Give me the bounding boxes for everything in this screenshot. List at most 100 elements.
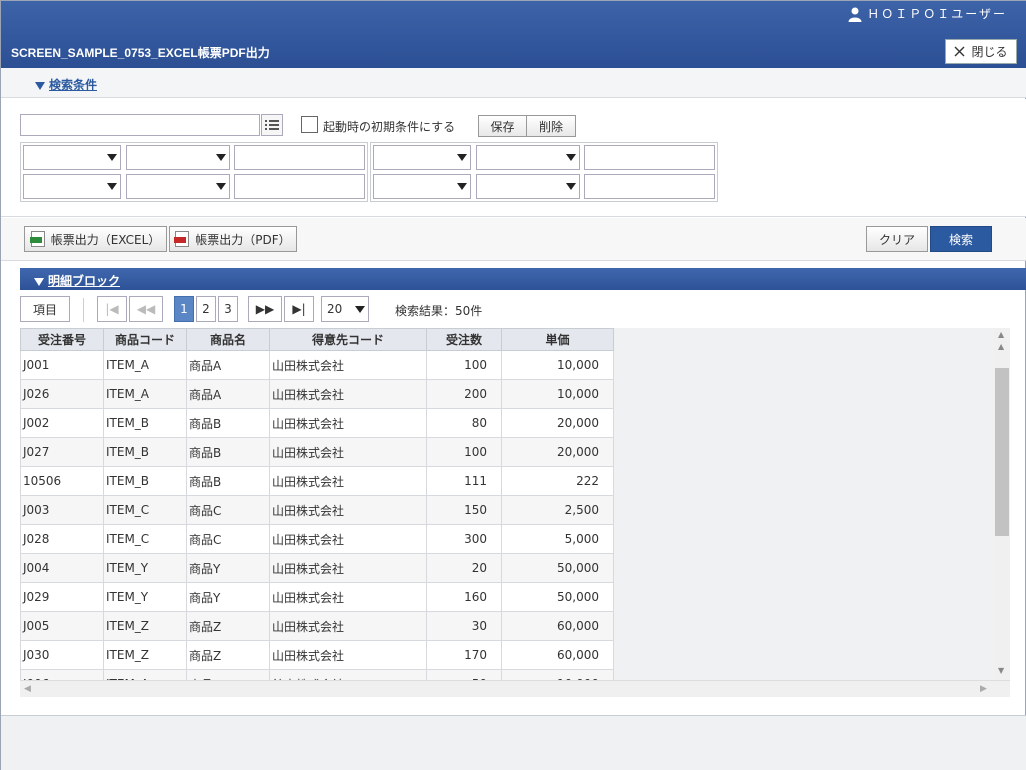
- table-cell: 10,000: [501, 379, 614, 409]
- table-row[interactable]: 10506 ITEM_B 商品B 山田株式会社 111 222: [20, 466, 614, 496]
- detail-toggle[interactable]: 明細ブロック: [34, 272, 120, 289]
- condition-group-left: [20, 142, 368, 202]
- column-header[interactable]: 得意先コード: [269, 328, 427, 351]
- table-cell: 山田株式会社: [269, 350, 427, 380]
- column-header[interactable]: 受注番号: [20, 328, 104, 351]
- footer: [1, 715, 1026, 770]
- search-button[interactable]: 検索: [930, 226, 992, 252]
- preset-name-input[interactable]: [20, 114, 260, 136]
- table-cell: 150: [426, 495, 502, 525]
- table-cell: 商品Y: [186, 582, 270, 612]
- table-cell: 山田株式会社: [269, 553, 427, 583]
- detail-header: 明細ブロック: [20, 268, 1026, 290]
- page-size-value: 20: [327, 302, 343, 316]
- table-cell: 50,000: [501, 553, 614, 583]
- dropdown-arrow-icon: [563, 175, 579, 198]
- prev-page-button[interactable]: ◀◀: [129, 296, 163, 322]
- pager: 項目 |◀ ◀◀ 1 2 3 ▶▶ ▶| 20 検索結果：50件: [20, 296, 1010, 324]
- scroll-thumb[interactable]: [995, 368, 1009, 536]
- save-button[interactable]: 保存: [478, 115, 527, 137]
- table-row[interactable]: J003 ITEM_C 商品C 山田株式会社 150 2,500: [20, 495, 614, 525]
- page-3-button[interactable]: 3: [218, 296, 238, 322]
- table-cell: 10506: [20, 466, 104, 496]
- dropdown-arrow-icon: [104, 146, 120, 169]
- preset-list-button[interactable]: [261, 114, 283, 136]
- table-row[interactable]: J001 ITEM_A 商品A 山田株式会社 100 10,000: [20, 350, 614, 380]
- table-cell: 商品Z: [186, 640, 270, 670]
- screen-title: SCREEN_SAMPLE_0753_EXCEL帳票PDF出力: [11, 46, 270, 60]
- app-window: ＨＯＩＰＯＩユーザー SCREEN_SAMPLE_0753_EXCEL帳票PDF…: [0, 0, 1026, 770]
- scroll-top-icon[interactable]: ▲: [998, 330, 1004, 339]
- table-cell: ITEM_Y: [103, 582, 187, 612]
- page-2-button[interactable]: 2: [196, 296, 216, 322]
- table-cell: 2,500: [501, 495, 614, 525]
- table-cell: J003: [20, 495, 104, 525]
- table-cell: 160: [426, 582, 502, 612]
- condition-value-input[interactable]: [234, 145, 365, 170]
- table-cell: 200: [426, 379, 502, 409]
- table-row[interactable]: J030 ITEM_Z 商品Z 山田株式会社 170 60,000: [20, 640, 614, 670]
- table-row[interactable]: J029 ITEM_Y 商品Y 山田株式会社 160 50,000: [20, 582, 614, 612]
- table-row[interactable]: J004 ITEM_Y 商品Y 山田株式会社 20 50,000: [20, 553, 614, 583]
- pdf-export-button[interactable]: 帳票出力（PDF）: [169, 226, 297, 252]
- clear-button[interactable]: クリア: [866, 226, 928, 252]
- excel-export-button[interactable]: 帳票出力（EXCEL）: [24, 226, 167, 252]
- dropdown-arrow-icon: [454, 146, 470, 169]
- condition-toggle[interactable]: 検索条件: [35, 76, 97, 93]
- table-cell: 商品Z: [186, 611, 270, 641]
- condition-select[interactable]: [373, 145, 471, 170]
- condition-area: 起動時の初期条件にする 保存 削除: [1, 99, 1026, 217]
- table-cell: J026: [20, 379, 104, 409]
- table-cell: 20: [426, 553, 502, 583]
- table-cell: 商品B: [186, 466, 270, 496]
- triangle-down-icon: [34, 277, 44, 286]
- triangle-down-icon: [35, 81, 45, 90]
- page-size-select[interactable]: 20: [321, 296, 369, 322]
- condition-select[interactable]: [476, 145, 580, 170]
- condition-select[interactable]: [23, 174, 121, 199]
- condition-select[interactable]: [373, 174, 471, 199]
- vertical-scrollbar[interactable]: ▲ ▲ ▼: [994, 328, 1010, 680]
- table-cell: 222: [501, 466, 614, 496]
- column-header[interactable]: 受注数: [426, 328, 502, 351]
- table-cell: ITEM_A: [103, 350, 187, 380]
- condition-header: 検索条件: [1, 68, 1026, 98]
- column-header[interactable]: 単価: [501, 328, 614, 351]
- horizontal-scrollbar[interactable]: ◀ ▶: [20, 680, 1010, 697]
- scroll-left-icon[interactable]: ◀: [24, 684, 31, 694]
- condition-value-input[interactable]: [584, 174, 715, 199]
- column-header[interactable]: 商品コード: [103, 328, 187, 351]
- column-header[interactable]: 商品名: [186, 328, 270, 351]
- table-row[interactable]: J027 ITEM_B 商品B 山田株式会社 100 20,000: [20, 437, 614, 467]
- user-menu[interactable]: ＨＯＩＰＯＩユーザー: [847, 5, 1007, 22]
- delete-button[interactable]: 削除: [526, 115, 576, 137]
- scroll-right-icon[interactable]: ▶: [980, 684, 987, 694]
- table-row[interactable]: J002 ITEM_B 商品B 山田株式会社 80 20,000: [20, 408, 614, 438]
- condition-select[interactable]: [126, 174, 230, 199]
- table-cell: 30: [426, 611, 502, 641]
- condition-select[interactable]: [476, 174, 580, 199]
- table-cell: 60,000: [501, 640, 614, 670]
- close-button-label: 閉じる: [971, 45, 1008, 59]
- page-1-button[interactable]: 1: [174, 296, 194, 322]
- condition-select[interactable]: [23, 145, 121, 170]
- condition-value-input[interactable]: [234, 174, 365, 199]
- table-cell: J005: [20, 611, 104, 641]
- table-row[interactable]: J028 ITEM_C 商品C 山田株式会社 300 5,000: [20, 524, 614, 554]
- table-row[interactable]: J026 ITEM_A 商品A 山田株式会社 200 10,000: [20, 379, 614, 409]
- column-items-button[interactable]: 項目: [20, 296, 70, 322]
- action-bar: 帳票出力（EXCEL） 帳票出力（PDF） クリア 検索: [1, 218, 1026, 261]
- last-page-button[interactable]: ▶|: [284, 296, 314, 322]
- first-page-button[interactable]: |◀: [97, 296, 127, 322]
- scroll-up-icon[interactable]: ▲: [998, 342, 1004, 351]
- scroll-down-icon[interactable]: ▼: [998, 666, 1004, 675]
- condition-select[interactable]: [126, 145, 230, 170]
- dropdown-arrow-icon: [563, 146, 579, 169]
- table-row[interactable]: J005 ITEM_Z 商品Z 山田株式会社 30 60,000: [20, 611, 614, 641]
- condition-value-input[interactable]: [584, 145, 715, 170]
- next-page-button[interactable]: ▶▶: [248, 296, 282, 322]
- user-icon: [848, 7, 862, 22]
- close-button[interactable]: 閉じる: [945, 39, 1017, 64]
- table-cell: 山田株式会社: [269, 408, 427, 438]
- startup-condition-checkbox[interactable]: [301, 116, 318, 133]
